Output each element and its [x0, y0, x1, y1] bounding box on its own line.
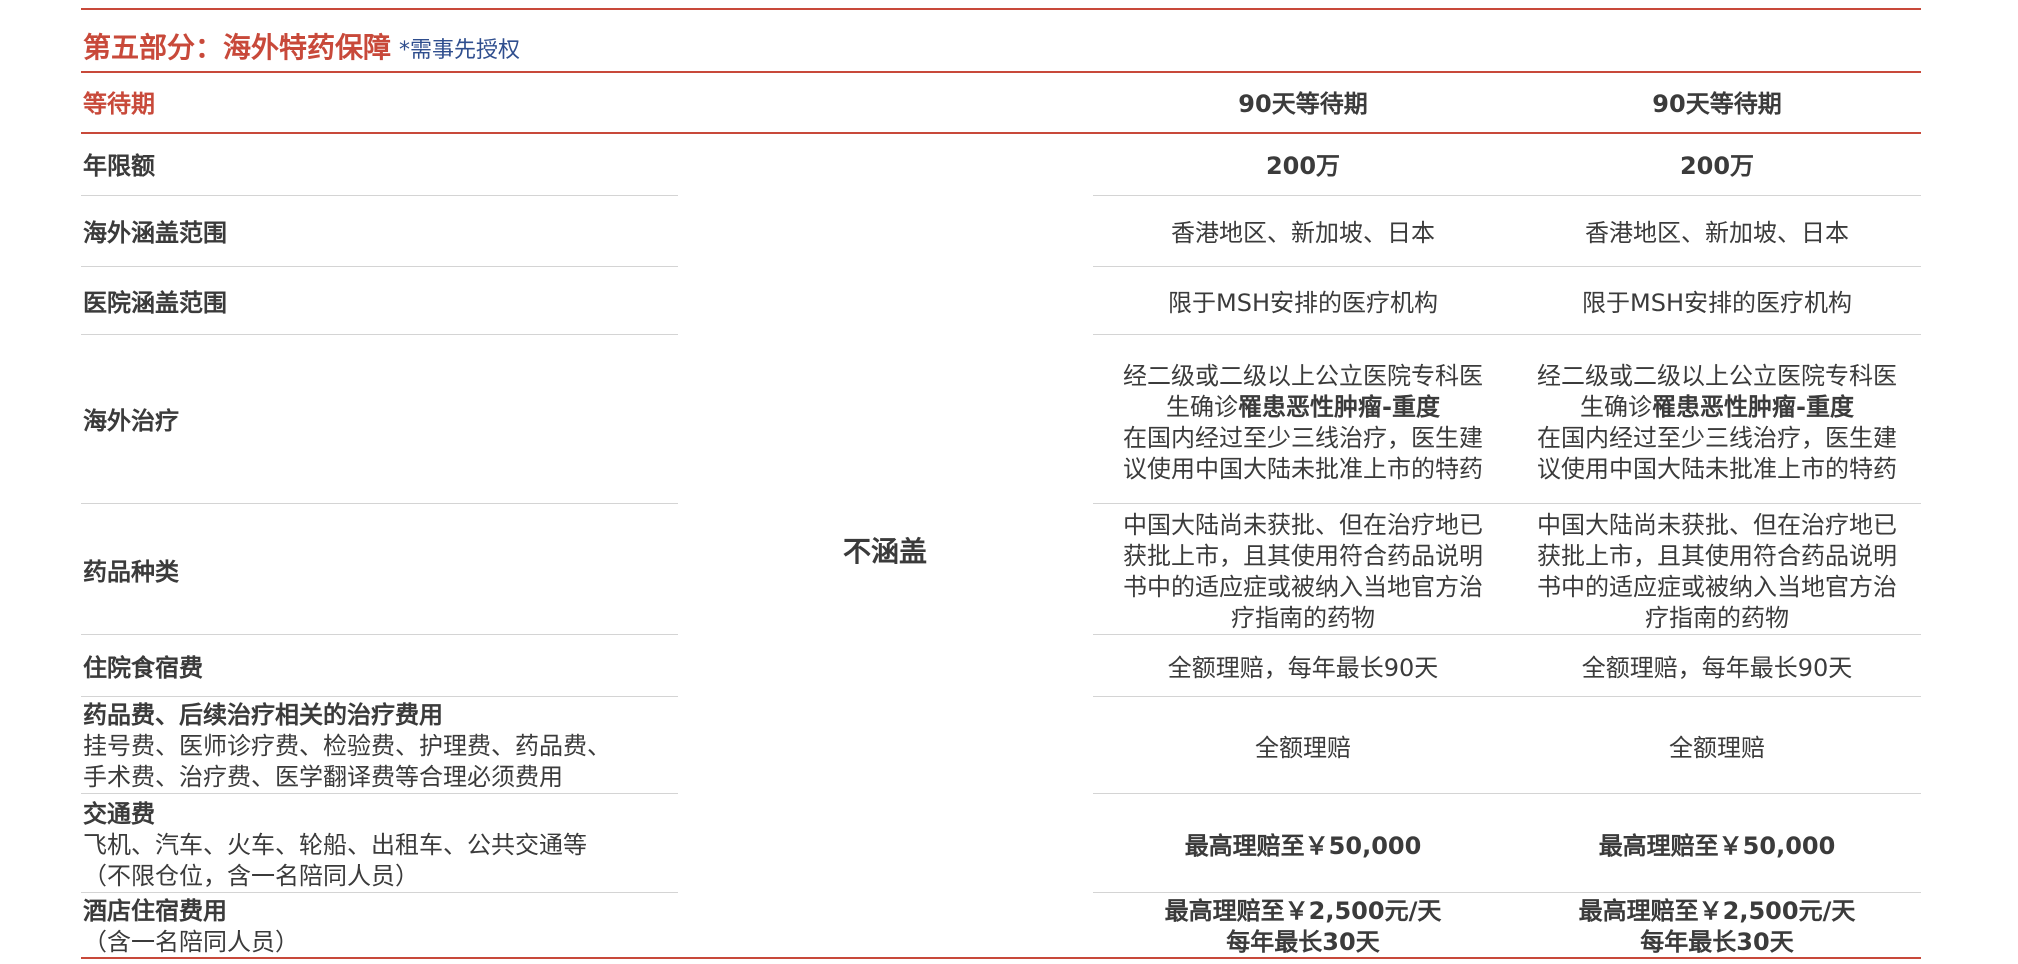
row-divider [81, 634, 678, 635]
hospital-scope-label-text: 医院涵盖范围 [83, 289, 227, 317]
drug-type-line: 中国大陆尚未获批、但在治疗地已 [1123, 511, 1483, 539]
overseas-treatment-line: 生确诊罹患恶性肿瘤-重度 [1103, 392, 1503, 423]
drug-type-line: 疗指南的药物 [1231, 604, 1375, 632]
drug-type-label-text: 药品种类 [83, 558, 179, 586]
row-divider [81, 793, 678, 794]
row-divider [81, 503, 678, 504]
hospital-scope-plan2: 限于MSH安排的医疗机构 [1582, 289, 1852, 317]
drug-fees-label-detail: 挂号费、医师诊疗费、检验费、护理费、药品费、 [83, 732, 611, 760]
row-divider [1093, 892, 1921, 893]
hotel-plan1-line: 每年最长30天 [1226, 928, 1380, 956]
overseas-treatment-line-text: 生确诊 [1580, 393, 1653, 421]
overseas-scope-plan1: 香港地区、新加坡、日本 [1171, 219, 1435, 247]
row-divider [1093, 266, 1921, 267]
drug-type-line: 获批上市，且其使用符合药品说明 [1123, 542, 1483, 570]
transport-label-title: 交通费 [83, 800, 155, 828]
drug-type-line: 中国大陆尚未获批、但在治疗地已 [1537, 511, 1897, 539]
transport-plan2: 最高理赔至￥50,000 [1598, 832, 1836, 860]
row-divider [81, 334, 678, 335]
waiting-period-divider [81, 132, 1921, 134]
drug-type-plan2: 中国大陆尚未获批、但在治疗地已 获批上市，且其使用符合药品说明 书中的适应症或被… [1517, 510, 1917, 634]
inpatient-board-plan1: 全额理赔，每年最长90天 [1167, 654, 1439, 682]
hotel-plan2-line: 最高理赔至￥2,500元/天 [1578, 897, 1856, 925]
drug-fees-label-detail: 手术费、治疗费、医学翻译费等合理必须费用 [83, 763, 563, 791]
waiting-period-plan2: 90天等待期 [1652, 90, 1782, 118]
inpatient-board-label-text: 住院食宿费 [83, 654, 203, 682]
overseas-treatment-line: 经二级或二级以上公立医院专科医 [1123, 362, 1483, 390]
row-divider [1093, 634, 1921, 635]
hotel-label-detail: （含一名陪同人员） [83, 928, 299, 956]
transport-label-detail: （不限仓位，含一名陪同人员） [83, 862, 419, 890]
hotel-plan2: 最高理赔至￥2,500元/天 每年最长30天 [1517, 896, 1917, 958]
overseas-treatment-line: 在国内经过至少三线治疗，医生建 [1537, 424, 1897, 452]
overseas-treatment-line: 在国内经过至少三线治疗，医生建 [1123, 424, 1483, 452]
row-divider [81, 266, 678, 267]
row-divider [81, 195, 678, 196]
row-divider [1093, 696, 1921, 697]
drug-fees-plan2: 全额理赔 [1669, 734, 1765, 762]
waiting-period-plan1: 90天等待期 [1238, 90, 1368, 118]
top-divider [81, 8, 1921, 10]
annual-limit-label: 年限额 [83, 151, 155, 182]
hospital-scope-plan1: 限于MSH安排的医疗机构 [1168, 289, 1438, 317]
overseas-treatment-label-text: 海外治疗 [83, 407, 179, 435]
annual-limit-plan2: 200万 [1679, 152, 1755, 180]
drug-type-line: 书中的适应症或被纳入当地官方治 [1123, 573, 1483, 601]
section-header-divider [81, 71, 1921, 73]
row-divider [1093, 793, 1921, 794]
overseas-treatment-plan2: 经二级或二级以上公立医院专科医 生确诊罹患恶性肿瘤-重度 在国内经过至少三线治疗… [1517, 361, 1917, 485]
drug-fees-label: 药品费、后续治疗相关的治疗费用 挂号费、医师诊疗费、检验费、护理费、药品费、 手… [83, 700, 611, 793]
drug-type-line: 疗指南的药物 [1645, 604, 1789, 632]
waiting-period-label: 等待期 [83, 90, 155, 118]
malignant-tumor-severe-text: 罹患恶性肿瘤-重度 [1652, 393, 1854, 421]
row-divider [1093, 503, 1921, 504]
row-divider [1093, 195, 1921, 196]
drug-type-plan1: 中国大陆尚未获批、但在治疗地已 获批上市，且其使用符合药品说明 书中的适应症或被… [1103, 510, 1503, 634]
section-title: 第五部分：海外特药保障 *需事先授权 [83, 26, 520, 66]
drug-type-label: 药品种类 [83, 557, 179, 588]
hotel-label-title: 酒店住宿费用 [83, 897, 227, 925]
hotel-label: 酒店住宿费用 （含一名陪同人员） [83, 896, 299, 958]
malignant-tumor-severe-text: 罹患恶性肿瘤-重度 [1238, 393, 1440, 421]
not-covered-text: 不涵盖 [842, 535, 927, 568]
drug-type-line: 书中的适应症或被纳入当地官方治 [1537, 573, 1897, 601]
overseas-treatment-line: 议使用中国大陆未批准上市的特药 [1537, 455, 1897, 483]
overseas-treatment-line-text: 生确诊 [1166, 393, 1239, 421]
row-divider [1093, 334, 1921, 335]
transport-label: 交通费 飞机、汽车、火车、轮船、出租车、公共交通等 （不限仓位，含一名陪同人员） [83, 799, 587, 892]
drug-fees-label-title: 药品费、后续治疗相关的治疗费用 [83, 701, 443, 729]
hotel-plan1-line: 最高理赔至￥2,500元/天 [1164, 897, 1442, 925]
overseas-treatment-label: 海外治疗 [83, 406, 179, 437]
annual-limit-plan1: 200万 [1265, 152, 1341, 180]
inpatient-board-label: 住院食宿费 [83, 653, 203, 684]
hotel-plan1: 最高理赔至￥2,500元/天 每年最长30天 [1103, 896, 1503, 958]
row-divider [81, 696, 678, 697]
overseas-treatment-line: 经二级或二级以上公立医院专科医 [1537, 362, 1897, 390]
overseas-treatment-line: 议使用中国大陆未批准上市的特药 [1123, 455, 1483, 483]
row-divider [81, 892, 678, 893]
overseas-treatment-plan1: 经二级或二级以上公立医院专科医 生确诊罹患恶性肿瘤-重度 在国内经过至少三线治疗… [1103, 361, 1503, 485]
annual-limit-label-text: 年限额 [83, 152, 155, 180]
hotel-plan2-line: 每年最长30天 [1640, 928, 1794, 956]
overseas-scope-label-text: 海外涵盖范围 [83, 219, 227, 247]
prior-authorization-note: *需事先授权 [399, 38, 521, 63]
drug-type-line: 获批上市，且其使用符合药品说明 [1537, 542, 1897, 570]
overseas-scope-plan2: 香港地区、新加坡、日本 [1585, 219, 1849, 247]
hospital-scope-label: 医院涵盖范围 [83, 288, 227, 319]
transport-plan1: 最高理赔至￥50,000 [1184, 832, 1422, 860]
drug-fees-plan1: 全额理赔 [1255, 734, 1351, 762]
overseas-scope-label: 海外涵盖范围 [83, 218, 227, 249]
overseas-treatment-line: 生确诊罹患恶性肿瘤-重度 [1517, 392, 1917, 423]
inpatient-board-plan2: 全额理赔，每年最长90天 [1581, 654, 1853, 682]
transport-label-detail: 飞机、汽车、火车、轮船、出租车、公共交通等 [83, 831, 587, 859]
section-title-text: 第五部分：海外特药保障 [83, 31, 392, 64]
